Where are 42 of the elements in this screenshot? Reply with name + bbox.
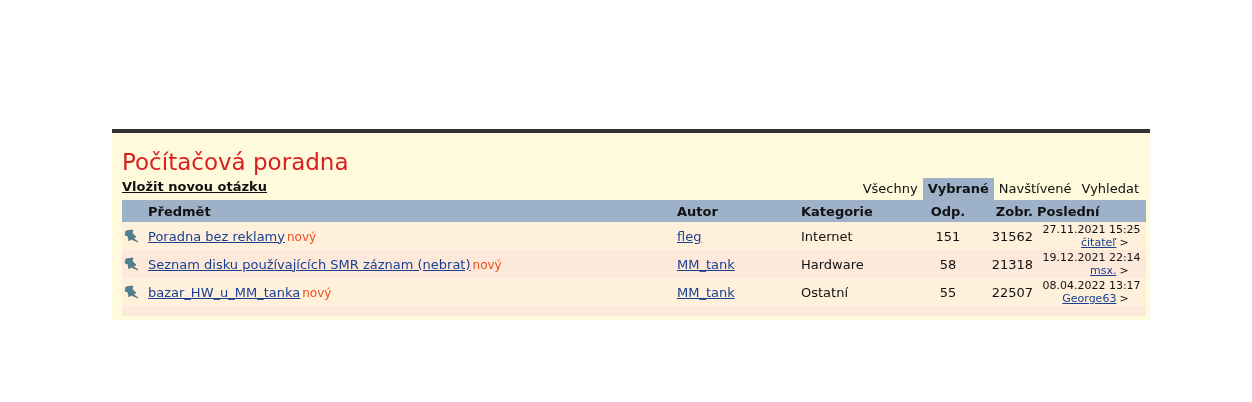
filter-tab[interactable]: Všechny xyxy=(857,178,923,200)
filter-tab[interactable]: Vybrané xyxy=(922,178,994,200)
filter-tab[interactable]: Navštívené xyxy=(993,178,1077,200)
category-cell-text: Ostatní xyxy=(801,284,850,300)
topic-link[interactable]: bazar_HW_u_MM_tanka xyxy=(148,284,301,300)
arrow-icon: > xyxy=(1119,264,1129,277)
column-header: Autor xyxy=(677,203,719,219)
new-label: nový xyxy=(286,229,317,244)
topic-link[interactable]: Seznam disku používajících SMR záznam (nebrat) xyxy=(148,256,471,272)
author-link[interactable]: MM_tank xyxy=(677,256,735,272)
last-post-time: 08.04.2022 13:17 xyxy=(1041,279,1142,292)
category-cell-text: Internet xyxy=(801,228,854,244)
pushpin-icon xyxy=(124,285,140,299)
arrow-icon: > xyxy=(1119,236,1129,249)
category-cell-text: Hardware xyxy=(801,256,865,272)
column-header: Předmět xyxy=(147,203,212,219)
arrow-icon: > xyxy=(1119,292,1129,305)
new-question-link[interactable]: Vložit novou otázku xyxy=(122,179,267,194)
author-link[interactable]: MM_tank xyxy=(677,284,735,300)
new-label: nový xyxy=(472,257,502,272)
column-header: Poslední xyxy=(1036,203,1101,219)
last-user-link[interactable]: msx. xyxy=(1054,264,1117,277)
pushpin-icon xyxy=(124,257,140,271)
replies-cell-text: 55 xyxy=(938,284,958,300)
column-header: Kategorie xyxy=(801,203,874,219)
last-post-time: 27.11.2021 15:25 xyxy=(1041,223,1142,236)
pushpin-icon xyxy=(124,229,140,243)
forum-title: Počítačová poradna xyxy=(122,148,350,177)
topic-link[interactable]: Poradna bez reklamy xyxy=(148,228,285,244)
column-header: Odp. xyxy=(929,203,967,219)
last-post-time: 19.12.2021 22:14 xyxy=(1041,251,1142,264)
views-cell-text: 31562 xyxy=(990,228,1034,244)
replies-cell-text: 151 xyxy=(934,228,962,244)
author-link[interactable]: fleg xyxy=(677,228,702,244)
views-cell-text: 22507 xyxy=(990,284,1034,300)
last-user-link[interactable]: čitateľ xyxy=(1054,236,1117,249)
filter-tab[interactable]: Vyhledat xyxy=(1076,178,1144,200)
new-label: nový xyxy=(302,285,332,300)
last-user-link[interactable]: George63 xyxy=(1054,292,1117,305)
replies-cell-text: 58 xyxy=(938,256,958,272)
column-header: Zobr. xyxy=(994,203,1034,219)
views-cell-text: 21318 xyxy=(990,256,1034,272)
